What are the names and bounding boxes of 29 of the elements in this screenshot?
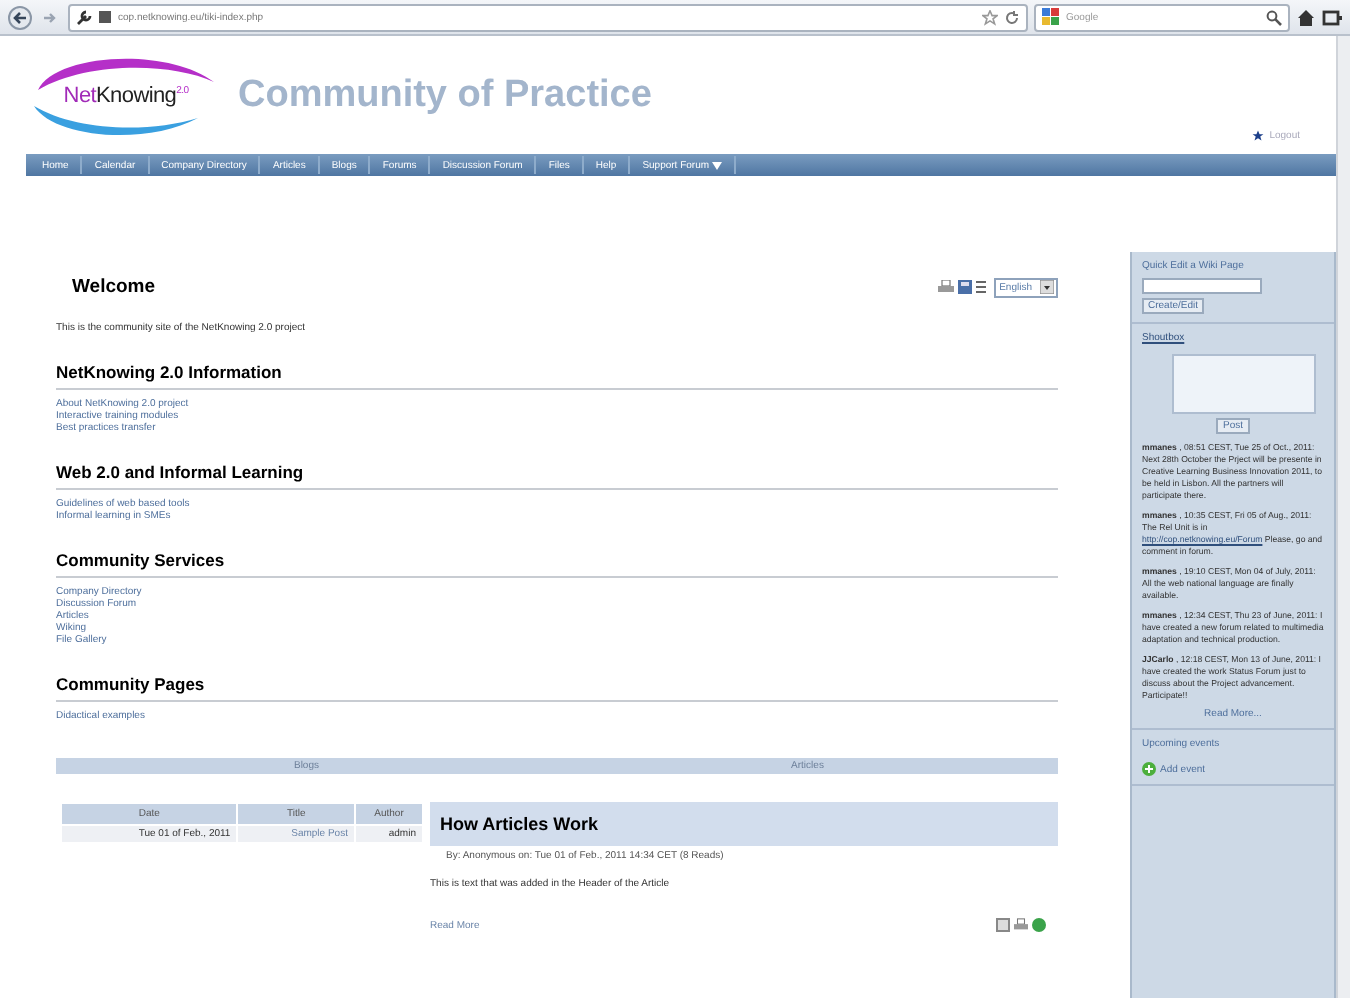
- search-icon[interactable]: [1266, 9, 1282, 25]
- star-icon[interactable]: [982, 9, 998, 25]
- forward-icon[interactable]: [42, 9, 58, 25]
- list-icon[interactable]: [975, 280, 986, 294]
- document-icon[interactable]: [996, 918, 1010, 932]
- print-icon[interactable]: [937, 280, 954, 294]
- add-icon[interactable]: [1142, 762, 1156, 776]
- reload-icon[interactable]: [1004, 9, 1020, 25]
- dropdown-icon: [1040, 280, 1054, 294]
- print-icon[interactable]: [1014, 918, 1028, 932]
- star-icon: [1251, 130, 1264, 142]
- save-icon[interactable]: [957, 280, 972, 294]
- page-name-field[interactable]: [1142, 278, 1262, 294]
- section-heading: Community Services: [56, 550, 1058, 578]
- logo[interactable]: NetKnowing$^{2.0}$: [26, 45, 226, 145]
- google-icon: [1042, 8, 1060, 26]
- shout-field[interactable]: [1172, 354, 1316, 414]
- article-title: How Articles Work: [430, 802, 1058, 846]
- page-heading: Welcome: [72, 276, 156, 298]
- addon-icon[interactable]: [1322, 7, 1342, 27]
- section-heading: NetKnowing 2.0 Information: [56, 362, 1058, 390]
- caret-icon: [711, 161, 722, 169]
- home-icon[interactable]: [1296, 7, 1316, 27]
- section-heading: Community Pages: [56, 674, 1058, 702]
- site-title: Community of Practice: [238, 73, 652, 117]
- back-icon[interactable]: [8, 5, 36, 29]
- wrench-icon: [76, 9, 92, 25]
- section-heading: Web 2.0 and Informal Learning: [56, 462, 1058, 490]
- page-icon: [98, 10, 112, 24]
